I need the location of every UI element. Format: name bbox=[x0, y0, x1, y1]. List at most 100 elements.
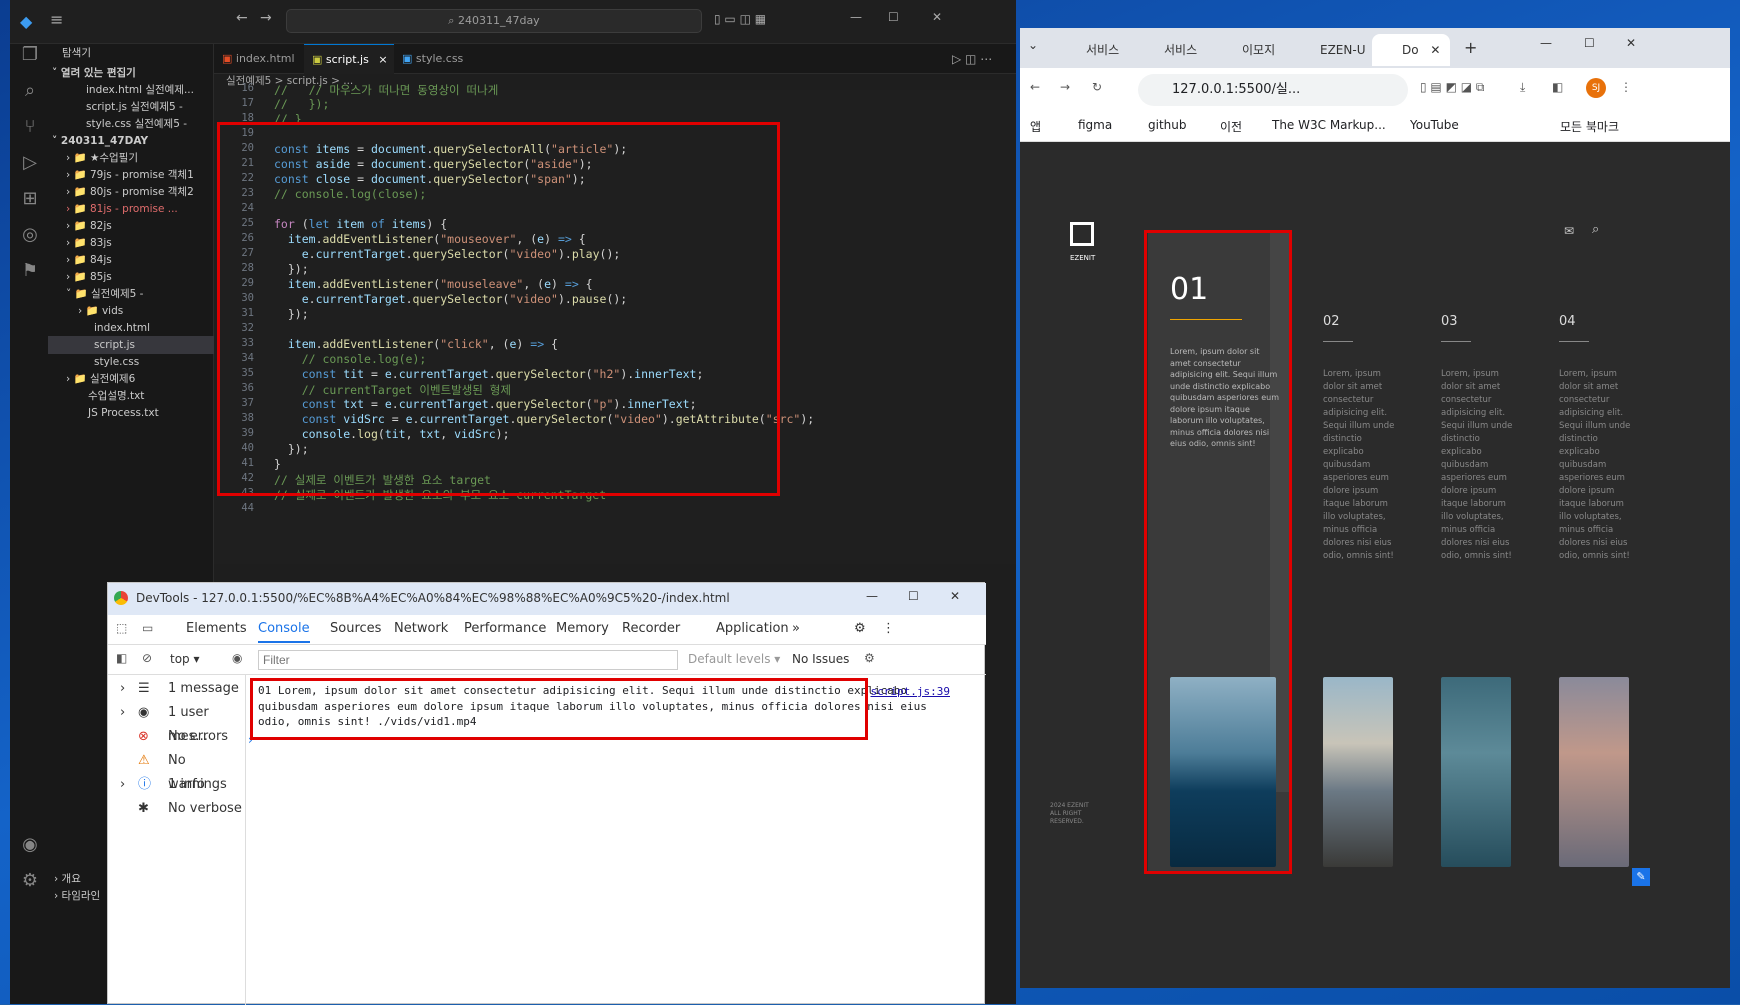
more-icon[interactable]: ⋮ bbox=[882, 621, 895, 636]
edit-icon[interactable]: ✎ bbox=[1632, 868, 1650, 886]
download-icon[interactable]: ⤓ bbox=[1520, 80, 1525, 95]
close-icon[interactable]: ✕ bbox=[932, 10, 942, 24]
more-tabs-icon[interactable]: » bbox=[792, 621, 800, 636]
tab-console[interactable]: Console bbox=[258, 621, 310, 643]
forward-arrow-icon[interactable]: → bbox=[260, 10, 272, 26]
bookmark-apps[interactable]: 앱 bbox=[1030, 118, 1041, 135]
tree-item[interactable]: JS Process.txt bbox=[48, 404, 214, 422]
maximize-icon[interactable]: ☐ bbox=[1584, 36, 1595, 50]
issues-button[interactable]: No Issues bbox=[792, 652, 849, 666]
source-control-icon[interactable]: ⑂ bbox=[19, 116, 41, 138]
browser-tab[interactable]: 서비스 bbox=[1134, 34, 1212, 66]
menu-icon[interactable]: ≡ bbox=[50, 10, 63, 29]
video-thumbnail[interactable] bbox=[1559, 677, 1629, 867]
filter-messages[interactable]: › ☰ 1 message bbox=[108, 677, 246, 701]
account-icon[interactable]: ◉ bbox=[19, 834, 41, 856]
device-toolbar-icon[interactable]: ▭ bbox=[142, 621, 153, 635]
context-select[interactable]: top ▾ bbox=[170, 652, 200, 666]
tab-memory[interactable]: Memory bbox=[556, 621, 609, 636]
open-editors-header[interactable]: ˅ 열려 있는 편집기 bbox=[48, 64, 214, 82]
close-icon[interactable]: ✕ bbox=[950, 589, 960, 603]
eye-icon[interactable]: ◉ bbox=[232, 651, 242, 665]
settings-gear-icon[interactable]: ⚙ bbox=[854, 621, 866, 636]
levels-select[interactable]: Default levels ▾ bbox=[688, 652, 780, 666]
settings-gear-icon[interactable]: ⚙ bbox=[864, 651, 875, 665]
tree-item[interactable]: › 📁 vids bbox=[48, 302, 214, 320]
bookmark-youtube[interactable]: YouTube bbox=[1410, 118, 1459, 132]
tab-recorder[interactable]: Recorder bbox=[622, 621, 680, 636]
tab-application[interactable]: Application bbox=[716, 621, 789, 636]
close-icon[interactable]: ✕ bbox=[1430, 43, 1440, 57]
filter-input[interactable] bbox=[258, 650, 678, 670]
search-icon[interactable]: ⌕ bbox=[19, 80, 41, 102]
filter-user-messages[interactable]: › ◉ 1 user mes... bbox=[108, 701, 246, 744]
address-bar[interactable]: 127.0.0.1:5500/실... bbox=[1138, 74, 1408, 106]
tab-sources[interactable]: Sources bbox=[330, 621, 381, 636]
avatar[interactable]: SJ bbox=[1586, 78, 1606, 98]
bookmark-github[interactable]: github bbox=[1148, 118, 1186, 132]
close-icon[interactable]: ✕ bbox=[1626, 36, 1636, 50]
tree-item[interactable]: › 📁 82js bbox=[48, 217, 214, 235]
bookmark-all[interactable]: 모든 북마크 bbox=[1560, 118, 1619, 135]
github-icon[interactable]: ◎ bbox=[19, 224, 41, 246]
tab-index-html[interactable]: ▣ index.html bbox=[214, 44, 304, 74]
tab-script-js[interactable]: ▣ script.js × bbox=[304, 44, 394, 74]
new-tab-icon[interactable]: + bbox=[1464, 38, 1477, 57]
browser-tab[interactable]: 이모지 bbox=[1212, 34, 1290, 66]
more-icon[interactable]: ⋮ bbox=[1620, 80, 1632, 94]
browser-tab-active[interactable]: Do ✕ bbox=[1372, 34, 1450, 66]
article-4[interactable]: 04 Lorem, ipsum dolor sit amet consectet… bbox=[1559, 314, 1635, 563]
filter-errors[interactable]: ⊗ No errors bbox=[108, 725, 246, 749]
tree-item[interactable]: › 📁 84js bbox=[48, 251, 214, 269]
browser-tab[interactable]: EZEN-U bbox=[1290, 34, 1372, 66]
back-arrow-icon[interactable]: ← bbox=[1030, 80, 1040, 94]
tree-item[interactable]: 수업설명.txt bbox=[48, 387, 214, 405]
bookmark-figma[interactable]: figma bbox=[1078, 118, 1112, 132]
video-thumbnail[interactable] bbox=[1323, 677, 1393, 867]
sidebar-toggle-icon[interactable]: ◧ bbox=[116, 651, 127, 665]
source-link[interactable]: script.js:39 bbox=[871, 685, 950, 698]
bookmark-w3c[interactable]: The W3C Markup... bbox=[1272, 118, 1386, 132]
back-arrow-icon[interactable]: ← bbox=[236, 10, 248, 26]
search-icon[interactable]: ⌕ bbox=[1592, 222, 1599, 237]
filter-warnings[interactable]: ⚠ No warnings bbox=[108, 749, 246, 792]
tree-item[interactable]: › 📁 80js - promise 객체2 bbox=[48, 183, 214, 201]
tab-performance[interactable]: Performance bbox=[464, 621, 546, 636]
mail-icon[interactable]: ✉ bbox=[1564, 224, 1574, 238]
settings-gear-icon[interactable]: ⚙ bbox=[19, 870, 41, 892]
bookmark-prev[interactable]: 이전 bbox=[1220, 118, 1242, 135]
minimize-icon[interactable]: — bbox=[850, 10, 862, 24]
browser-tab[interactable]: 서비스 bbox=[1056, 34, 1134, 66]
remote-icon[interactable]: ⚑ bbox=[19, 260, 41, 282]
tree-item[interactable]: › 📁 85js bbox=[48, 268, 214, 286]
clear-console-icon[interactable]: ⊘ bbox=[142, 651, 152, 665]
article-3[interactable]: 03 Lorem, ipsum dolor sit amet consectet… bbox=[1441, 314, 1517, 563]
maximize-icon[interactable]: ☐ bbox=[888, 10, 899, 24]
tree-item[interactable]: style.css bbox=[48, 353, 214, 371]
tree-item[interactable]: › 📁 83js bbox=[48, 234, 214, 252]
filter-info[interactable]: › ⓘ 1 info bbox=[108, 773, 246, 797]
command-search[interactable]: ⌕ 240311_47day bbox=[286, 9, 702, 33]
sidebar-icon[interactable]: ◧ bbox=[1552, 80, 1563, 94]
explorer-icon[interactable]: ❐ bbox=[19, 44, 41, 66]
layout-icon[interactable]: ▯ ▭ ◫ ▦ bbox=[714, 12, 766, 26]
minimize-icon[interactable]: — bbox=[1540, 36, 1552, 50]
tab-network[interactable]: Network bbox=[394, 621, 448, 636]
article-2[interactable]: 02 Lorem, ipsum dolor sit amet consectet… bbox=[1323, 314, 1399, 563]
tab-style-css[interactable]: ▣ style.css bbox=[394, 44, 484, 74]
open-file[interactable]: index.html 실전예제... bbox=[48, 81, 214, 99]
tree-item[interactable]: › 📁 실전예제6 bbox=[48, 370, 214, 388]
open-file[interactable]: script.js 실전예제5 - bbox=[48, 98, 214, 116]
inspect-icon[interactable]: ⬚ bbox=[116, 621, 127, 635]
extensions-icon[interactable]: ⊞ bbox=[19, 188, 41, 210]
tab-search-icon[interactable]: ⌄ bbox=[1028, 38, 1038, 52]
open-file[interactable]: style.css 실전예제5 - bbox=[48, 115, 214, 133]
forward-arrow-icon[interactable]: → bbox=[1060, 80, 1070, 94]
video-thumbnail[interactable] bbox=[1441, 677, 1511, 867]
extensions-icon[interactable]: ▯ ▤ ◩ ◪ ⧉ bbox=[1420, 80, 1484, 95]
tree-item[interactable]: › 📁 81js - promise ... bbox=[48, 200, 214, 218]
tree-item[interactable]: › 📁 ★수업필기 bbox=[48, 149, 214, 167]
maximize-icon[interactable]: ☐ bbox=[908, 589, 919, 603]
tree-item[interactable]: script.js bbox=[48, 336, 214, 354]
tree-item[interactable]: index.html bbox=[48, 319, 214, 337]
